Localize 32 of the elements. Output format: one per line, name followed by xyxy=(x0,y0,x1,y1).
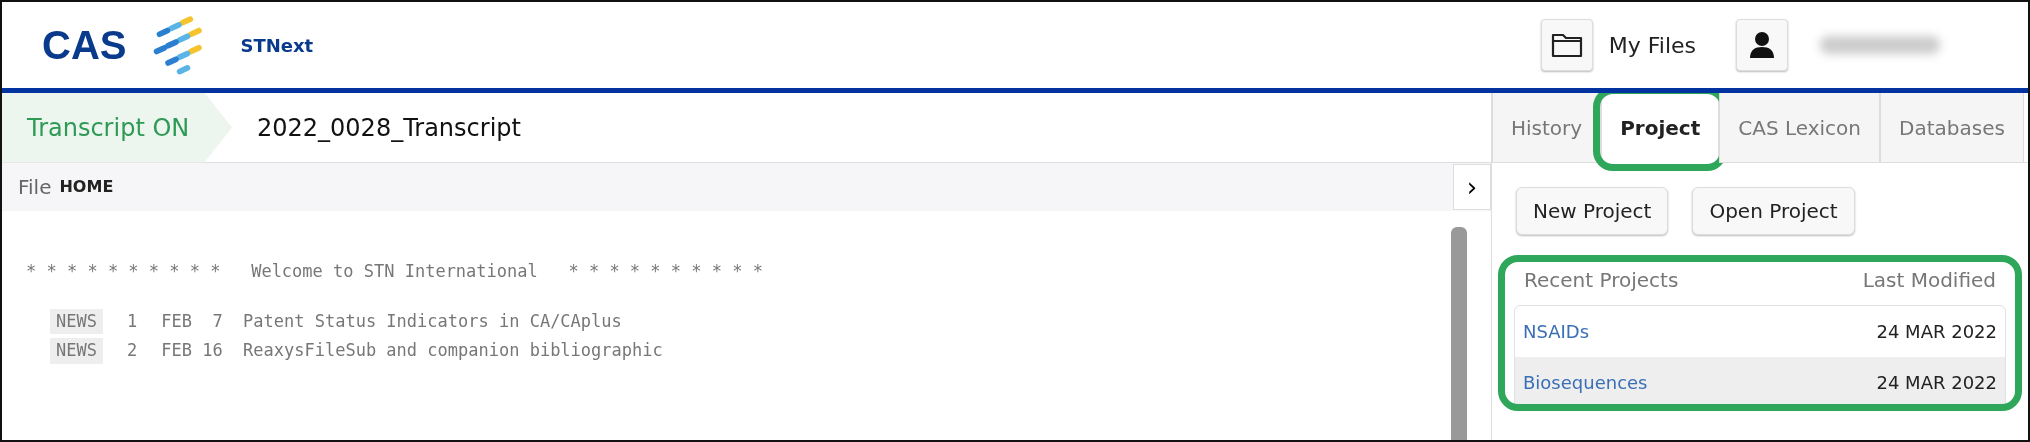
project-link[interactable]: Biosequences xyxy=(1523,369,1648,396)
modified-date: 24 MAR 2022 xyxy=(1876,320,1997,344)
transcript-name: 2022_0028_Transcript xyxy=(256,112,521,144)
scrollbar[interactable] xyxy=(1451,227,1467,440)
news-number: 1 xyxy=(126,309,138,333)
console-line: FEB 7 Patent Status Indicators in CA/CAplus xyxy=(161,309,622,333)
tab[interactable]: Databases xyxy=(1880,93,2024,163)
folder-icon xyxy=(1550,31,1583,59)
project-link[interactable]: NSAIDs xyxy=(1523,318,1590,345)
my-files-link[interactable]: My Files xyxy=(1608,28,1696,62)
column-header: Last Modified xyxy=(1862,267,1996,294)
tab[interactable]: History xyxy=(1492,93,1602,163)
column-header: Recent Projects xyxy=(1524,267,1679,294)
console-line: * * * * * * * * * * Welcome to STN International * * * * * * * * * * xyxy=(26,260,763,283)
user-icon xyxy=(1749,31,1775,59)
news-tag: NEWS xyxy=(50,338,103,364)
user-button[interactable] xyxy=(1736,19,1788,71)
news-number: 2 xyxy=(126,339,138,362)
news-tag: NEWS xyxy=(50,308,103,334)
project-row[interactable]: NSAIDs 24 MAR 2022 xyxy=(1515,306,2005,357)
modified-date: 24 MAR 2022 xyxy=(1876,371,1997,395)
console-line: FEB 16 ReaxysFileSub and companion bibliographic xyxy=(161,339,663,362)
location-label: HOME xyxy=(59,176,114,198)
project-button[interactable]: Open Project xyxy=(1692,187,1855,235)
project-button[interactable]: New Project xyxy=(1516,187,1669,235)
folder-button[interactable] xyxy=(1540,19,1593,71)
tab[interactable]: CAS Lexicon xyxy=(1719,93,1880,163)
file-menu[interactable]: File xyxy=(18,172,52,202)
transcript-status: Transcript ON xyxy=(2,93,232,163)
collapse-button[interactable]: › xyxy=(1453,164,1491,210)
product-name: STNext xyxy=(240,33,314,58)
logo-text: CAS xyxy=(42,22,127,69)
